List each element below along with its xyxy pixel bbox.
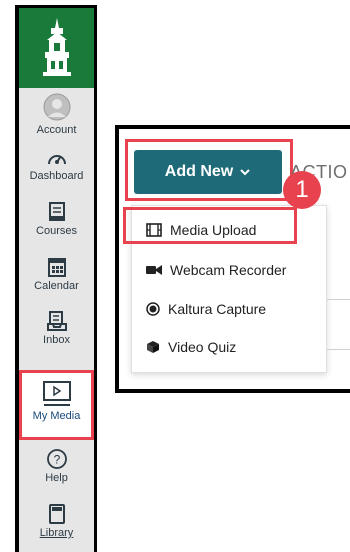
library-icon xyxy=(48,504,65,524)
divider xyxy=(327,299,350,300)
svg-text:?: ? xyxy=(53,453,60,467)
sidebar-item-courses[interactable]: Courses xyxy=(19,201,94,237)
chevron-down-icon xyxy=(240,169,250,176)
sidebar-item-account[interactable]: Account xyxy=(19,92,94,136)
step-badge: 1 xyxy=(283,171,321,209)
add-new-panel: Add New ACTIO Media Upload Webcam Record… xyxy=(119,129,350,389)
sidebar-item-library[interactable]: Library xyxy=(19,503,94,539)
add-new-button[interactable]: Add New xyxy=(134,150,282,194)
menu-item-webcam-recorder[interactable]: Webcam Recorder xyxy=(146,258,286,282)
global-nav-sidebar: Account Dashboard Courses Calendar Inbox… xyxy=(19,8,94,552)
sidebar-frame: Account Dashboard Courses Calendar Inbox… xyxy=(15,5,97,552)
sidebar-item-inbox[interactable]: Inbox xyxy=(19,310,94,346)
video-camera-icon xyxy=(146,265,162,275)
calendar-icon xyxy=(47,258,66,277)
institution-logo[interactable] xyxy=(19,8,94,88)
sidebar-item-my-media[interactable]: My Media xyxy=(19,380,94,422)
sidebar-item-label: Library xyxy=(39,527,74,539)
sidebar-item-label: Inbox xyxy=(43,334,70,346)
sidebar-item-label: Dashboard xyxy=(29,170,84,182)
sidebar-item-label: Courses xyxy=(36,225,77,237)
sidebar-item-label: Help xyxy=(45,472,68,484)
my-media-icon xyxy=(42,381,71,406)
sidebar-item-dashboard[interactable]: Dashboard xyxy=(19,148,94,182)
screenshot-stage: Account Dashboard Courses Calendar Inbox… xyxy=(0,0,350,552)
add-new-label: Add New xyxy=(164,163,234,180)
sidebar-item-help[interactable]: ? Help xyxy=(19,448,94,484)
courses-icon xyxy=(48,202,65,221)
sidebar-item-label: Account xyxy=(36,124,77,136)
help-icon: ? xyxy=(46,449,67,469)
sidebar-item-label: Calendar xyxy=(34,280,79,292)
account-icon xyxy=(43,93,70,121)
sidebar-item-label: My Media xyxy=(32,410,81,422)
add-new-panel-frame: Add New ACTIO Media Upload Webcam Record… xyxy=(115,125,350,393)
menu-item-label: Video Quiz xyxy=(168,339,237,355)
menu-item-label: Webcam Recorder xyxy=(170,262,287,278)
dashboard-icon xyxy=(47,155,66,165)
cube-icon xyxy=(147,341,159,353)
inbox-icon xyxy=(46,311,67,331)
menu-item-video-quiz[interactable]: Video Quiz xyxy=(146,335,236,359)
menu-item-kaltura-capture[interactable]: Kaltura Capture xyxy=(146,297,266,321)
menu-item-label: Kaltura Capture xyxy=(168,301,267,317)
media-upload-highlight xyxy=(123,207,297,244)
sidebar-item-calendar[interactable]: Calendar xyxy=(19,256,94,292)
divider xyxy=(327,349,350,350)
record-icon xyxy=(146,302,160,316)
tower-logo-icon xyxy=(42,18,71,76)
